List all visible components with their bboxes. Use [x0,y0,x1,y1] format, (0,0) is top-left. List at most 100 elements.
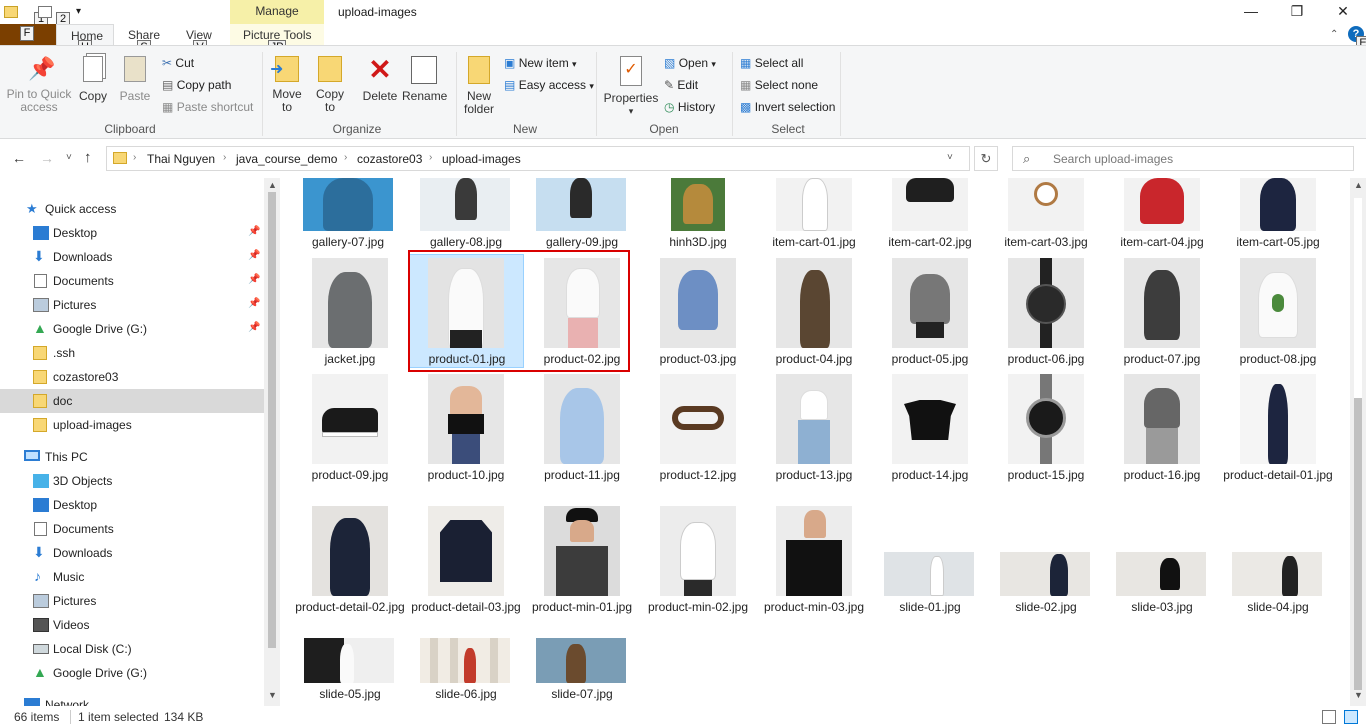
recent-locations-chevron-icon[interactable]: ˅ [66,152,72,163]
file-tile[interactable]: product-detail-03.jpg [408,506,524,632]
copy-button[interactable]: Copy [76,56,110,103]
invert-selection-button[interactable]: ▩ Invert selection [740,100,835,114]
large-icons-view-icon[interactable] [1344,710,1358,724]
file-tile[interactable]: item-cart-01.jpg [756,178,872,253]
maximize-button[interactable]: ❐ [1274,0,1320,24]
collapse-ribbon-icon[interactable]: ⌃ [1330,29,1338,40]
scrollbar-thumb[interactable] [268,192,276,648]
file-list-scrollbar[interactable]: ▲ ▼ [1350,178,1366,706]
file-tile[interactable]: product-03.jpg [640,256,756,368]
file-tile[interactable]: slide-01.jpg [872,552,988,632]
back-arrow-icon[interactable]: ← [12,150,26,166]
file-tile[interactable]: jacket.jpg [292,256,408,368]
file-tile[interactable]: item-cart-02.jpg [872,178,988,253]
address-bar[interactable]: › Thai Nguyen › java_course_demo › cozas… [106,146,970,171]
new-folder-button[interactable]: New folder [460,56,498,116]
file-tile[interactable]: product-04.jpg [756,256,872,368]
nav-item-3d-objects[interactable]: 3D Objects [0,469,264,493]
file-tile[interactable]: product-detail-01.jpg [1220,374,1336,500]
file-tile[interactable]: product-08.jpg [1220,256,1336,368]
scroll-down-arrow-icon[interactable]: ▼ [268,690,277,700]
nav-network[interactable]: Network [0,693,264,706]
qat-dropdown-icon[interactable]: ▾ [76,6,81,17]
nav-item-ssh[interactable]: .ssh [0,341,264,365]
file-tile[interactable]: product-min-03.jpg [756,506,872,632]
refresh-icon[interactable]: ↻ [974,146,998,171]
nav-item-pictures[interactable]: Pictures 📌 [0,293,264,317]
nav-scrollbar[interactable]: ▲ ▼ [264,178,280,706]
nav-item-pc-google-drive[interactable]: ▲ Google Drive (G:) [0,661,264,685]
file-tile[interactable]: hinh3D.jpg [640,178,756,253]
file-tile[interactable]: gallery-07.jpg [300,178,416,253]
history-button[interactable]: ◷ History [664,100,715,114]
file-tile[interactable]: product-09.jpg [292,374,408,484]
select-none-button[interactable]: ▦ Select none [740,78,818,92]
details-view-icon[interactable] [1322,710,1336,724]
file-tile[interactable]: product-min-02.jpg [640,506,756,632]
file-tile[interactable]: item-cart-04.jpg [1104,178,1220,253]
new-item-button[interactable]: ▣ New item ▾ [504,56,577,70]
file-tile[interactable]: product-14.jpg [872,374,988,484]
rename-button[interactable]: Rename [402,56,447,103]
file-tile[interactable]: product-06.jpg [988,256,1104,368]
close-button[interactable]: ✕ [1320,0,1366,24]
search-input[interactable]: ⌕ Search upload-images [1012,146,1354,171]
nav-quick-access[interactable]: ★ Quick access [0,197,264,221]
easy-access-button[interactable]: ▤ Easy access ▾ [504,78,594,92]
file-tile[interactable]: slide-06.jpg [408,638,524,701]
file-tile[interactable]: product-11.jpg [524,374,640,484]
nav-item-pc-desktop[interactable]: Desktop [0,493,264,517]
file-tile[interactable]: slide-03.jpg [1104,552,1220,632]
nav-item-music[interactable]: ♪ Music [0,565,264,589]
address-dropdown-chevron-icon[interactable]: ˅ [947,152,953,163]
file-tile[interactable]: gallery-09.jpg [524,178,640,253]
nav-item-videos[interactable]: Videos [0,613,264,637]
copy-path-button[interactable]: ▤ Copy path [162,78,231,92]
file-tile[interactable]: slide-02.jpg [988,552,1104,632]
edit-button[interactable]: ✎ Edit [664,78,698,92]
file-tile[interactable]: slide-07.jpg [524,638,640,701]
scroll-up-arrow-icon[interactable]: ▲ [1354,180,1363,190]
file-tile[interactable]: item-cart-03.jpg [988,178,1104,253]
select-all-button[interactable]: ▦ Select all [740,56,803,70]
nav-item-google-drive[interactable]: ▲ Google Drive (G:) 📌 [0,317,264,341]
forward-arrow-icon[interactable]: → [40,150,54,166]
nav-item-documents[interactable]: Documents 📌 [0,269,264,293]
open-button[interactable]: ▧ Open ▾ [664,56,716,70]
nav-item-local-disk[interactable]: Local Disk (C:) [0,637,264,661]
paste-shortcut-button[interactable]: ▦ Paste shortcut [162,100,253,114]
nav-item-cozastore03[interactable]: cozastore03 [0,365,264,389]
nav-this-pc[interactable]: This PC [0,445,264,469]
file-tile[interactable]: product-16.jpg [1104,374,1220,484]
file-tile[interactable]: slide-04.jpg [1220,552,1336,632]
breadcrumb-item[interactable]: java_course_demo [236,152,337,166]
pin-to-quick-access-button[interactable]: 📌 Pin to Quick access [4,56,74,114]
nav-item-pc-documents[interactable]: Documents [0,517,264,541]
nav-item-downloads[interactable]: ⬇ Downloads 📌 [0,245,264,269]
nav-item-desktop[interactable]: Desktop 📌 [0,221,264,245]
nav-item-upload-images[interactable]: upload-images [0,413,264,437]
properties-button[interactable]: ✓ Properties ▾ [602,56,660,118]
manage-tab[interactable]: Manage [230,0,324,24]
file-tile[interactable]: product-min-01.jpg [524,506,640,632]
file-tile[interactable]: product-07.jpg [1104,256,1220,368]
scroll-down-arrow-icon[interactable]: ▼ [1354,690,1363,700]
tab-file[interactable]: F [0,24,56,46]
nav-item-pc-pictures[interactable]: Pictures [0,589,264,613]
move-to-button[interactable]: ➜ Move to [268,56,306,114]
paste-button[interactable]: Paste [118,56,152,103]
file-tile[interactable]: item-cart-05.jpg [1220,178,1336,253]
file-tile[interactable]: product-15.jpg [988,374,1104,484]
minimize-button[interactable]: — [1228,0,1274,24]
breadcrumb-item[interactable]: cozastore03 [357,152,422,166]
up-arrow-icon[interactable]: ↑ [84,149,92,166]
file-tile[interactable]: product-12.jpg [640,374,756,484]
copy-to-button[interactable]: Copy to [312,56,348,114]
file-tile[interactable]: product-05.jpg [872,256,988,368]
breadcrumb-item[interactable]: upload-images [442,152,521,166]
scroll-up-arrow-icon[interactable]: ▲ [268,180,277,190]
file-tile[interactable]: gallery-08.jpg [408,178,524,253]
delete-button[interactable]: ✕ Delete [360,56,400,103]
breadcrumb-item[interactable]: Thai Nguyen [147,152,215,166]
nav-item-pc-downloads[interactable]: ⬇ Downloads [0,541,264,565]
